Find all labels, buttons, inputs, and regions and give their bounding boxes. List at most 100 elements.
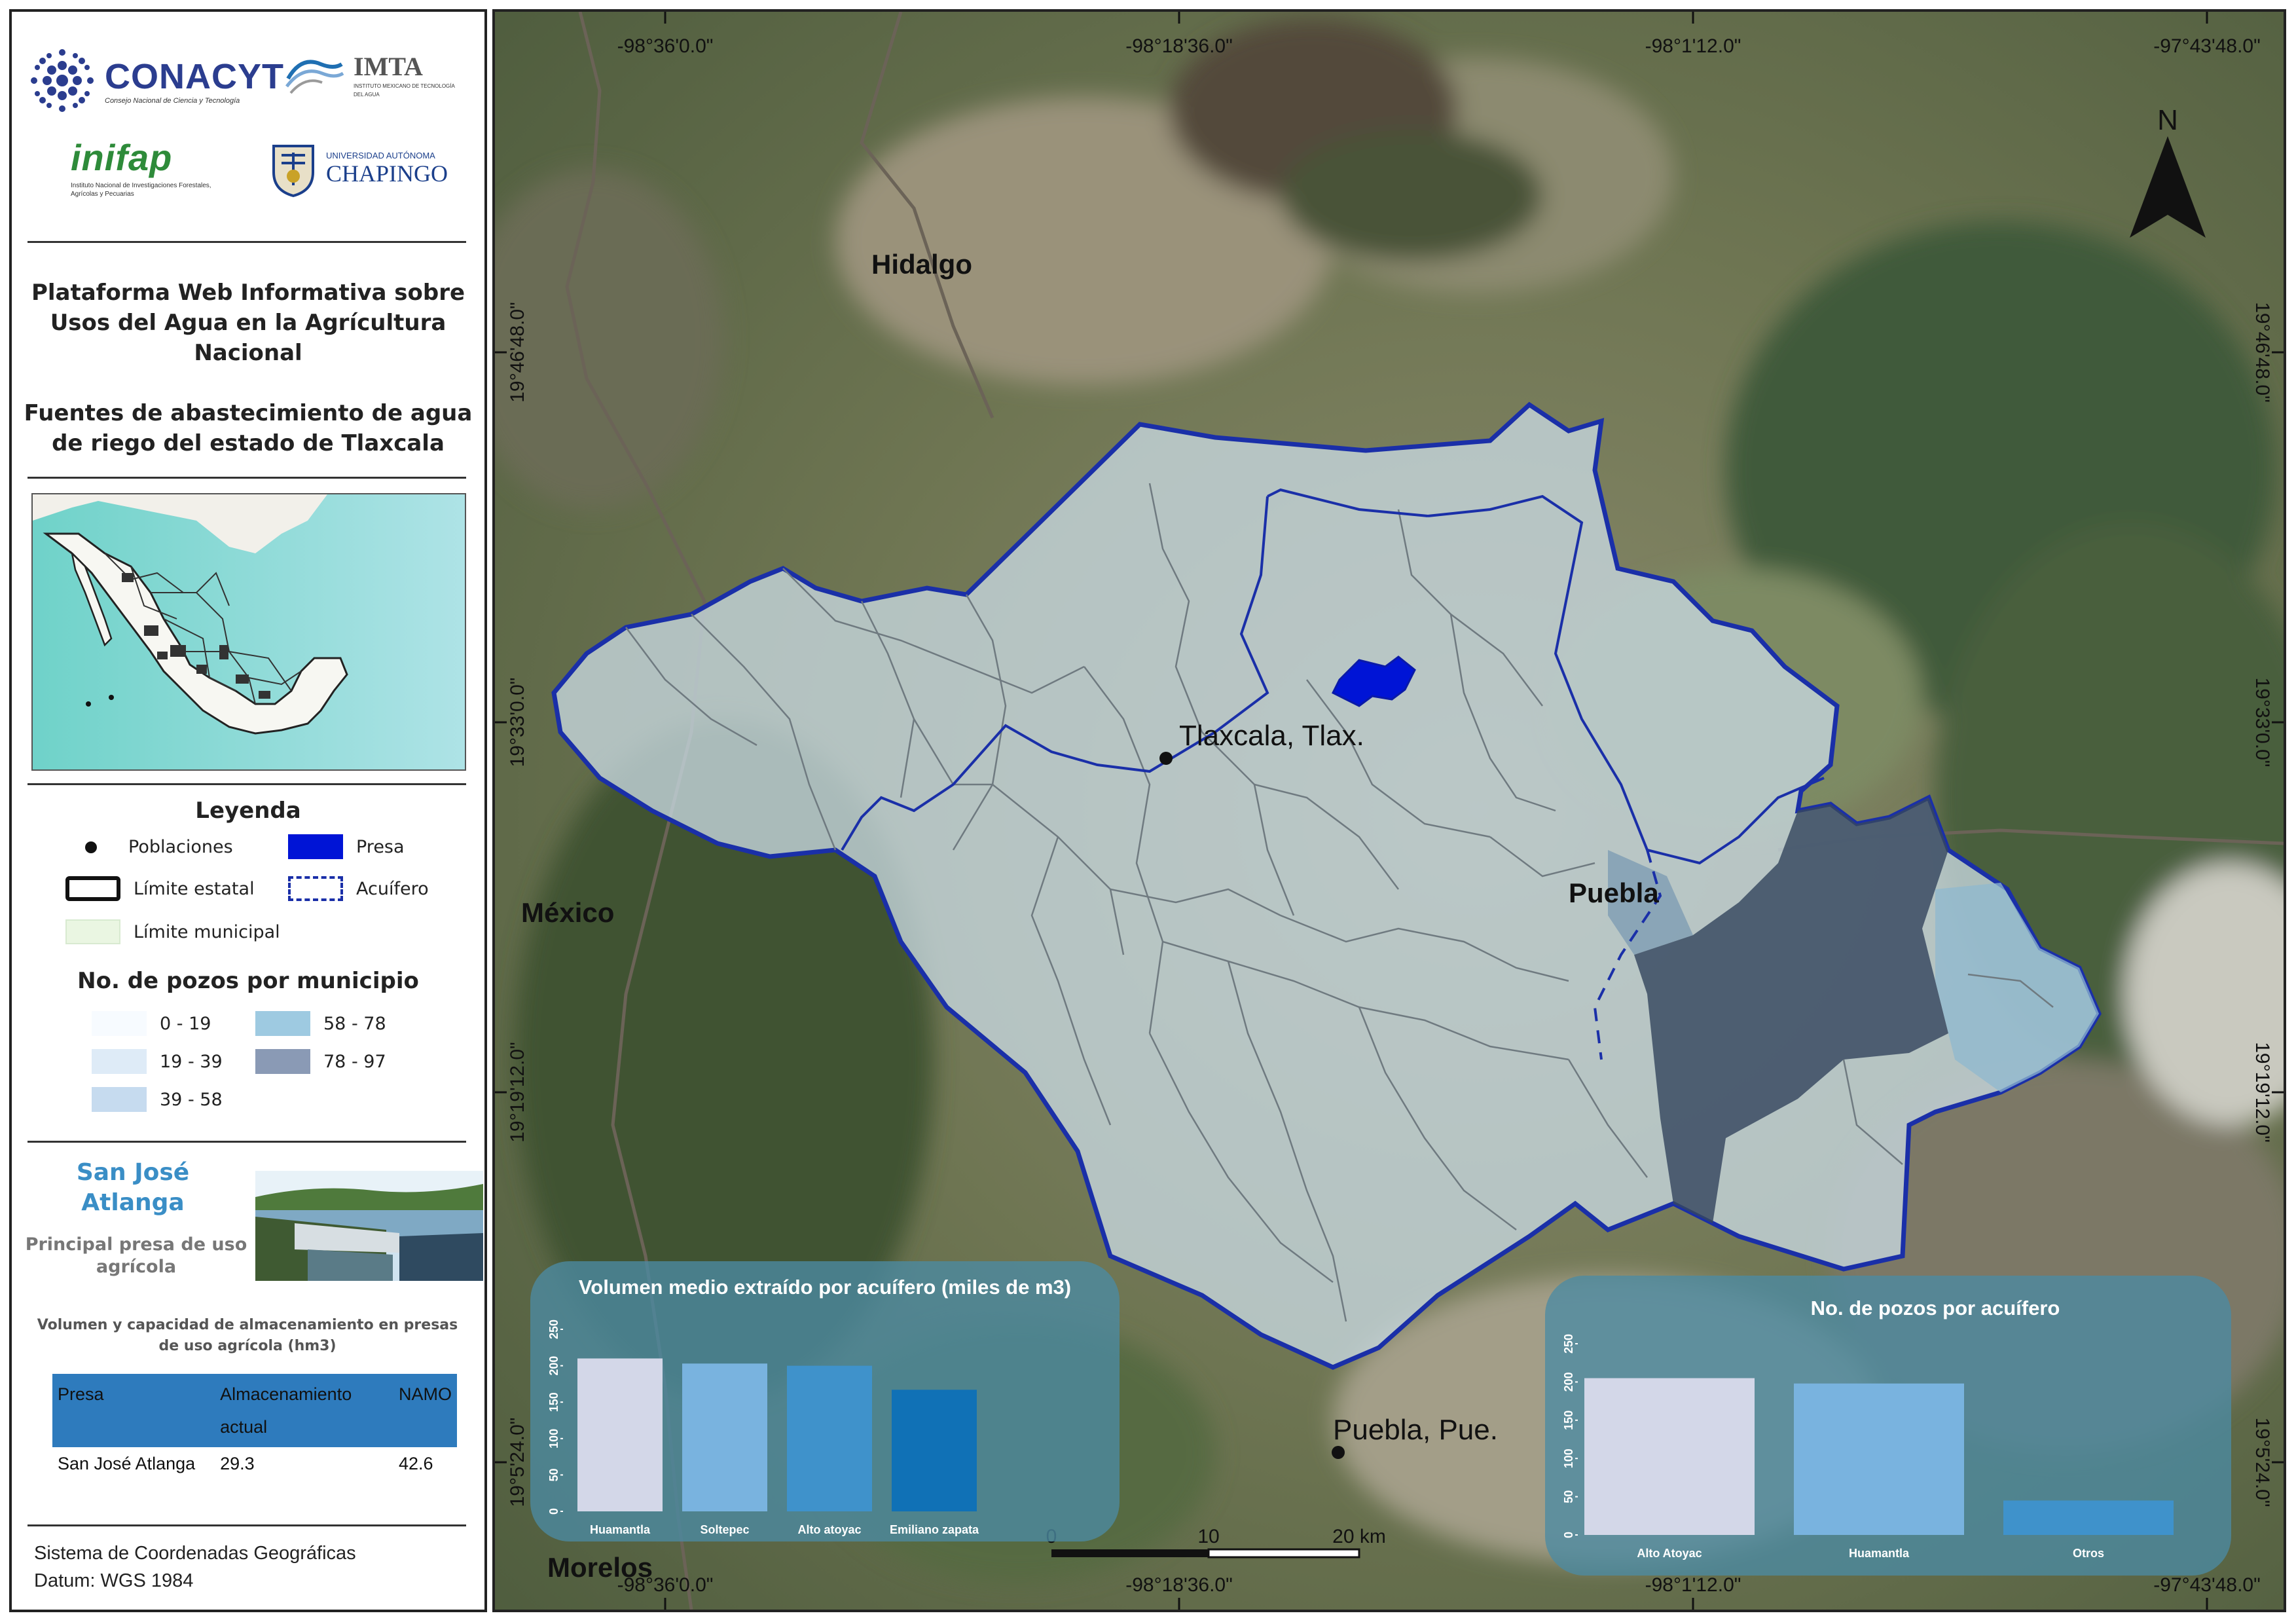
- locator-map: [31, 493, 466, 771]
- puebla-city-point[interactable]: [1332, 1446, 1345, 1459]
- scale-label-20: 20 km: [1332, 1526, 1386, 1547]
- map-frame[interactable]: -98°36'0.0" -98°18'36.0" -98°1'12.0" -97…: [492, 9, 2286, 1612]
- crs-label: Sistema de Coordenadas Geográficas: [34, 1543, 356, 1564]
- presa-swatch: [288, 834, 343, 859]
- dam-desc-line-1: Principal presa de uso: [25, 1234, 247, 1255]
- state-label-puebla: Puebla: [1569, 877, 1659, 908]
- chapingo-prefix: UNIVERSIDAD AUTÓNOMA: [326, 150, 435, 160]
- chart-title: No. de pozos por acuífero: [1811, 1297, 2060, 1320]
- cell-almacenamiento: 29.3: [220, 1454, 255, 1473]
- legend-item-limite-municipal: Límite municipal: [65, 919, 280, 944]
- chapingo-seal-icon: [272, 145, 314, 198]
- tlaxcala-city-label: Tlaxcala, Tlax.: [1179, 720, 1364, 752]
- table-title-line-2: de uso agrícola (hm3): [158, 1338, 337, 1354]
- conacyt-subtitle: Consejo Nacional de Ciencia y Tecnología: [105, 96, 240, 105]
- chart-pozos-acuifero: No. de pozos por acuífero 0 50 100 150 200 25…: [1545, 1276, 2231, 1576]
- legend-item-poblaciones: Poblaciones: [85, 837, 233, 857]
- class-swatch: [255, 1049, 310, 1074]
- header-namo: NAMO: [393, 1374, 457, 1447]
- y-tick-label: 150: [1562, 1411, 1575, 1430]
- legend-title: Leyenda: [195, 798, 301, 824]
- tick-bottom-1: -98°18'36.0": [1125, 1574, 1233, 1596]
- imta-wave-icon: [285, 60, 344, 94]
- tick-right-1: 19°33'0.0": [2251, 678, 2273, 767]
- y-tick-label: 100: [1562, 1449, 1575, 1468]
- dam-table-title: Volumen y capacidad de almacenamiento en…: [31, 1315, 464, 1357]
- y-tick-label: 100: [547, 1429, 560, 1449]
- dam-name-line-2: Atlanga: [81, 1189, 185, 1216]
- map-canvas[interactable]: -98°36'0.0" -98°18'36.0" -98°1'12.0" -97…: [495, 12, 2284, 1610]
- category-label: Alto atoyac: [797, 1523, 861, 1536]
- bar-huamantla[interactable]: [577, 1358, 663, 1511]
- tick-right-3: 19°5'24.0": [2251, 1418, 2273, 1507]
- state-label-morelos: Morelos: [547, 1552, 653, 1583]
- legend-label: Presa: [356, 836, 405, 857]
- y-tick-label: 150: [547, 1392, 560, 1412]
- state-label-hidalgo: Hidalgo: [871, 249, 972, 280]
- imta-name: IMTA: [354, 52, 423, 81]
- legend-class-4: 78 - 97: [255, 1049, 386, 1074]
- y-tick-label: 200: [1562, 1372, 1575, 1392]
- aquifer-swatch: [288, 876, 343, 901]
- tick-left-0: 19°46'48.0": [507, 302, 528, 403]
- bar-alto-atoyac[interactable]: [1584, 1378, 1755, 1535]
- imta-logo: IMTA INSTITUTO MEXICANO DE TECNOLOGÍA DE…: [282, 51, 465, 99]
- y-tick-label: 0: [1562, 1532, 1575, 1538]
- conacyt-name: CONACYT: [105, 56, 284, 96]
- title-line-5: de riego del estado de Tlaxcala: [52, 430, 445, 456]
- tlaxcala-city-point[interactable]: [1159, 752, 1173, 765]
- y-tick-label: 50: [1562, 1490, 1575, 1504]
- title-line-2: Usos del Agua en la Agrícultura: [50, 310, 446, 336]
- legend-label: Poblaciones: [128, 837, 233, 857]
- bar-alto-atoyac[interactable]: [787, 1365, 872, 1511]
- dam-capacity-table: Presa Almacenamiento actual NAMO San Jos…: [52, 1374, 457, 1481]
- inifap-name: inifap: [71, 137, 173, 178]
- chart-volumen-medio: Volumen medio extraído por acuífero (mil…: [530, 1261, 1120, 1541]
- category-label: Huamantla: [1849, 1547, 1910, 1560]
- divider: [27, 783, 466, 785]
- dam-name-line-1: San José: [76, 1159, 190, 1186]
- conacyt-emblem-icon: [31, 49, 94, 112]
- y-tick-label: 250: [1562, 1334, 1575, 1354]
- tick-bottom-2: -98°1'12.0": [1645, 1574, 1741, 1596]
- divider: [27, 1524, 466, 1526]
- bar-soltepec[interactable]: [682, 1363, 767, 1511]
- dam-description: Principal presa de uso agrícola: [25, 1234, 247, 1278]
- point-symbol-icon: [85, 841, 97, 853]
- title-line-4: Fuentes de abastecimiento de agua: [24, 400, 473, 426]
- dam-name: San José Atlanga: [25, 1158, 241, 1218]
- dam-desc-line-2: agrícola: [96, 1257, 177, 1277]
- tick-bottom-3: -97°43'48.0": [2153, 1574, 2261, 1596]
- class-swatch: [92, 1011, 147, 1036]
- table-title-line-1: Volumen y capacidad de almacenamiento en…: [37, 1317, 458, 1333]
- class-swatch: [92, 1087, 147, 1112]
- category-label: Soltepec: [700, 1523, 749, 1536]
- legend-item-acuifero: Acuífero: [288, 876, 429, 901]
- bar-otros[interactable]: [2003, 1500, 2174, 1535]
- scale-label-10: 10: [1197, 1526, 1219, 1547]
- class-label: 0 - 19: [160, 1013, 211, 1034]
- y-tick-label: 250: [547, 1320, 560, 1339]
- state-boundary-swatch: [65, 876, 120, 901]
- class-swatch: [92, 1049, 147, 1074]
- bar-huamantla[interactable]: [1794, 1383, 1964, 1535]
- table-header-row: Presa Almacenamiento actual NAMO: [52, 1374, 457, 1447]
- divider: [27, 477, 466, 479]
- bar-emiliano-zapata[interactable]: [892, 1390, 977, 1511]
- municipal-boundary-swatch: [65, 919, 120, 944]
- category-label: Alto Atoyac: [1637, 1547, 1702, 1560]
- class-label: 58 - 78: [323, 1013, 386, 1034]
- wells-legend-title: No. de pozos por municipio: [77, 968, 419, 994]
- chapingo-logo: UNIVERSIDAD AUTÓNOMA CHAPINGO: [267, 139, 448, 198]
- tick-top-1: -98°18'36.0": [1125, 35, 1233, 57]
- tick-top-3: -97°43'48.0": [2153, 35, 2261, 57]
- dam-photo: [255, 1171, 483, 1281]
- legend-class-0: 0 - 19: [92, 1011, 211, 1036]
- platform-title: Plataforma Web Informativa sobre Usos de…: [12, 278, 484, 368]
- tick-left-3: 19°5'24.0": [507, 1418, 528, 1507]
- legend-class-1: 19 - 39: [92, 1049, 223, 1074]
- legend-item-limite-estatal: Límite estatal: [65, 876, 255, 901]
- tick-top-2: -98°1'12.0": [1645, 35, 1741, 57]
- legend-label: Límite estatal: [134, 878, 255, 899]
- chapingo-name: CHAPINGO: [326, 160, 448, 187]
